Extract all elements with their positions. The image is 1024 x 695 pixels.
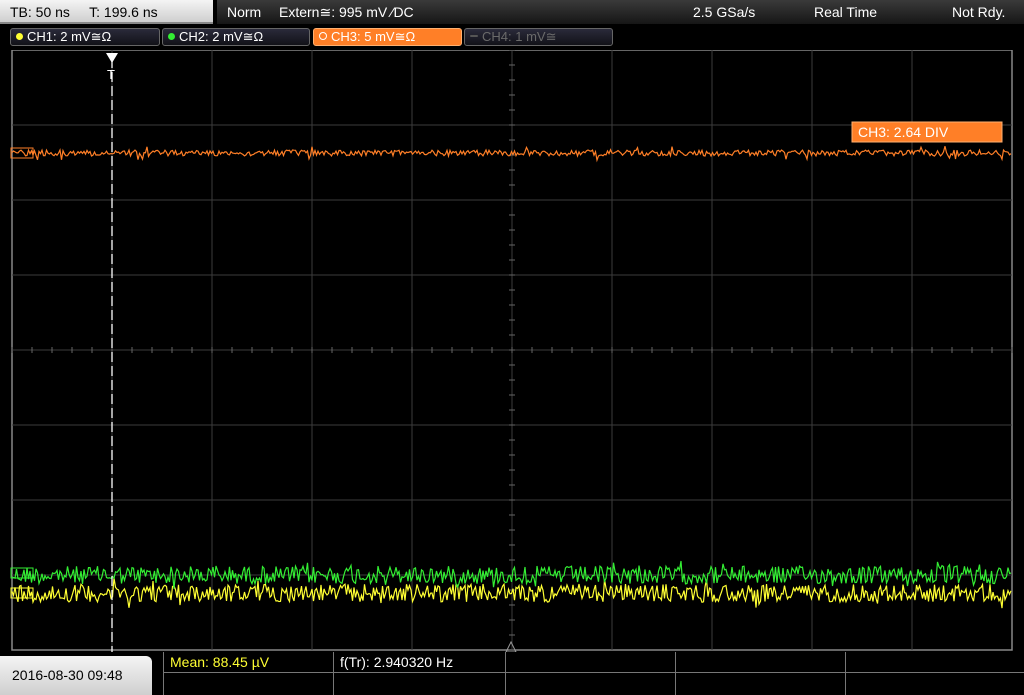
waveform-svg: T CH3: 2.64 DIV [10,49,1013,653]
timebase-value: TB: 50 ns [10,4,70,20]
measurement-slot-4[interactable] [675,652,845,695]
trigger-marker-icon: T [107,67,115,82]
channel-4-button[interactable]: CH4: 1 mV≅ [464,28,613,46]
channel-3-label: CH3: 5 mV≅Ω [331,29,416,44]
sample-rate: 2.5 GSa/s [693,4,756,20]
measurement-slot-3[interactable] [505,652,675,695]
measurement-slot-5[interactable] [845,652,1024,695]
channel-1-button[interactable]: CH1: 2 mV≅Ω [10,28,160,46]
channel-4-off-icon [470,35,478,37]
slot-4-empty-row [676,672,845,695]
trigger-position-arrow-icon[interactable] [106,53,118,63]
channel-selector-row: CH1: 2 mV≅Ω CH2: 2 mV≅Ω CH3: 5 mV≅Ω CH4:… [0,24,1024,50]
trigger-time-value: T: 199.6 ns [89,4,158,20]
mean-empty-row [164,672,333,695]
ch3-offset-label: CH3: 2.64 DIV [858,124,949,140]
channel-3-dot-icon [319,32,327,40]
mean-measurement[interactable]: Mean: 88.45 µV [163,652,333,695]
date-time-display: 2016-08-30 09:48 [0,656,152,695]
frequency-empty-row [334,672,505,695]
timebase-panel[interactable]: TB: 50 ns T: 199.6 ns [0,0,213,24]
slot-3-empty-row [506,672,675,695]
channel-2-button[interactable]: CH2: 2 mV≅Ω [162,28,310,46]
acquisition-mode: Real Time [814,4,878,20]
trigger-mode: Norm [227,4,262,20]
trigger-status: Not Rdy. [952,4,1006,20]
frequency-measurement[interactable]: f(Tr): 2.940320 Hz [333,652,505,695]
frequency-value: f(Tr): 2.940320 Hz [340,654,454,670]
channel-3-button[interactable]: CH3: 5 mV≅Ω [313,28,462,46]
channel-1-label: CH1: 2 mV≅Ω [27,29,112,44]
trigger-status-bar[interactable]: Norm Extern≅: 995 mV ⁄DC 2.5 GSa/s Real … [217,0,1024,24]
mean-value: Mean: 88.45 µV [170,654,270,670]
trigger-source: Extern≅: 995 mV ⁄DC [279,4,414,20]
channel-2-dot-icon [168,33,175,40]
channel-2-label: CH2: 2 mV≅Ω [179,29,264,44]
channel-4-label: CH4: 1 mV≅ [482,29,557,44]
slot-5-empty-row [846,672,1024,695]
channel-1-dot-icon [16,33,23,40]
waveform-display[interactable]: T CH3: 2.64 DIV [0,49,1024,653]
